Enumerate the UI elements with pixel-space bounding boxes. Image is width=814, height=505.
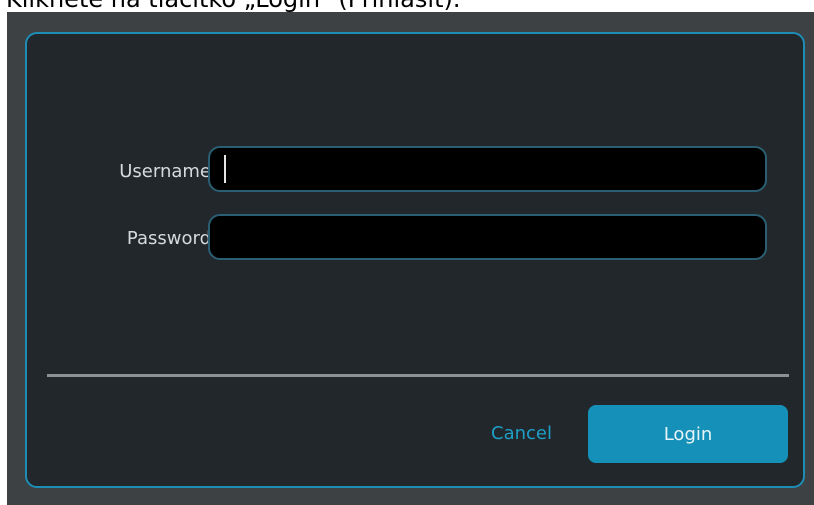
text-cursor [224,155,226,183]
username-input[interactable] [208,146,767,192]
login-dialog: Username Password Cancel Login [25,32,805,488]
screenshot-page: Klikněte na tlačítko „Login“ (Přihlásit)… [0,0,814,505]
cancel-button[interactable]: Cancel [491,422,552,446]
username-label: Username [119,161,211,182]
instruction-caption: Klikněte na tlačítko „Login“ (Přihlásit)… [6,0,460,12]
footer-divider [47,374,789,377]
login-button[interactable]: Login [588,405,788,463]
password-label: Password [126,228,211,249]
password-input[interactable] [208,214,767,260]
